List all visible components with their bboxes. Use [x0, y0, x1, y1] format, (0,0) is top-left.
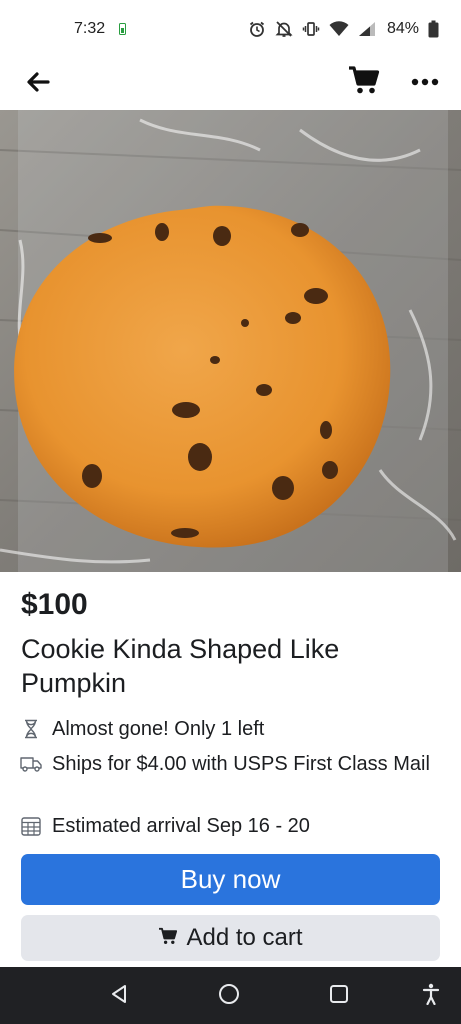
battery-percent: 84%	[386, 20, 419, 37]
arrival-row: Estimated arrival Sep 16 - 20	[20, 813, 442, 839]
battery-charging-icon	[119, 23, 127, 35]
truck-icon	[20, 753, 42, 775]
mute-icon	[275, 20, 293, 38]
vibrate-icon	[302, 20, 320, 38]
add-to-cart-label: Add to cart	[186, 924, 303, 951]
arrow-left-icon	[26, 71, 50, 97]
add-to-cart-button[interactable]: Add to cart	[21, 915, 440, 961]
nav-recents-button[interactable]	[324, 981, 354, 1011]
back-button[interactable]	[20, 66, 56, 102]
buy-now-label: Buy now	[180, 864, 281, 894]
cart-icon	[348, 65, 380, 100]
signal-icon	[358, 21, 376, 37]
listing-title: Cookie Kinda Shaped Like Pumpkin	[21, 634, 340, 698]
accessibility-icon	[422, 983, 440, 1010]
cookie-photo	[0, 110, 461, 572]
status-bar: 7:32 84%	[0, 0, 461, 58]
home-circle-icon	[218, 983, 240, 1010]
back-triangle-icon	[110, 984, 128, 1009]
recents-square-icon	[329, 984, 349, 1009]
price: $100	[21, 588, 88, 621]
status-icons: 84%	[248, 20, 439, 38]
stock-text: Almost gone! Only 1 left	[52, 718, 265, 740]
cart-button[interactable]	[344, 62, 384, 102]
shipping-row: Ships for $4.00 with USPS First Class Ma…	[20, 751, 442, 777]
more-options-button[interactable]	[405, 62, 445, 102]
alarm-icon	[248, 20, 266, 38]
nav-accessibility-button[interactable]	[416, 981, 446, 1011]
shipping-text: Ships for $4.00 with USPS First Class Ma…	[52, 753, 430, 775]
nav-back-button[interactable]	[104, 981, 134, 1011]
arrival-text: Estimated arrival Sep 16 - 20	[52, 815, 310, 837]
battery-icon	[428, 20, 439, 38]
buy-now-button[interactable]: Buy now	[21, 854, 440, 905]
wifi-icon	[329, 21, 349, 37]
hourglass-icon	[20, 718, 42, 740]
status-time: 7:32	[74, 20, 106, 37]
more-horizontal-icon	[411, 73, 439, 91]
stock-row: Almost gone! Only 1 left	[20, 716, 442, 742]
nav-home-button[interactable]	[214, 981, 244, 1011]
cart-icon	[158, 924, 178, 952]
system-nav-bar	[0, 967, 461, 1024]
app-header	[0, 58, 461, 110]
product-photo[interactable]	[0, 110, 461, 572]
calendar-icon	[20, 815, 42, 837]
